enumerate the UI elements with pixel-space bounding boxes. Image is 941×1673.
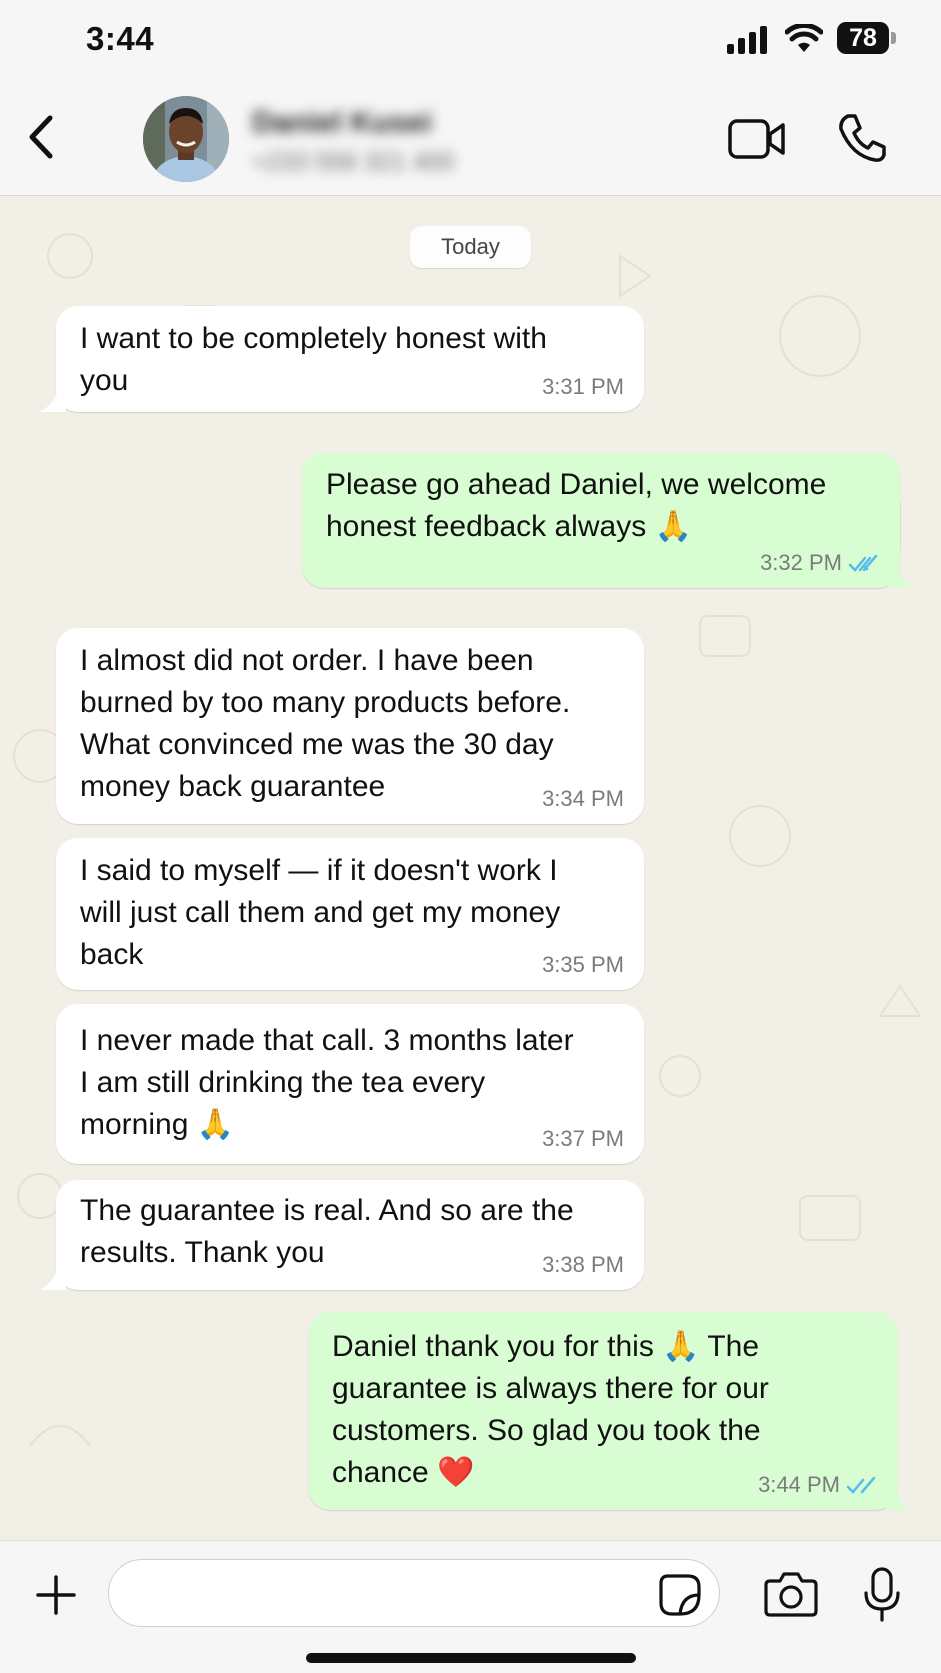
- status-bar: 3:44 78: [0, 0, 941, 82]
- message-text: I want to be completely honest with you: [80, 322, 547, 397]
- read-receipt-icon: [848, 554, 878, 572]
- message-time: 3:34 PM: [542, 786, 624, 811]
- message-time: 3:44 PM: [758, 1472, 840, 1497]
- message-incoming[interactable]: I want to be completely honest with you …: [40, 306, 644, 412]
- battery-level: 78: [849, 24, 877, 52]
- cellular-signal-icon: [727, 26, 767, 54]
- date-separator: Today: [410, 226, 531, 268]
- message-time: 3:31 PM: [542, 374, 624, 399]
- message-text: I said to myself — if it doesn't work I …: [80, 854, 561, 971]
- battery-indicator: 78: [837, 22, 897, 56]
- message-text: The guarantee is real. And so are the re…: [80, 1194, 574, 1269]
- bubble-tail: [40, 390, 66, 412]
- bubble-tail: [886, 1488, 912, 1510]
- contact-name[interactable]: Daniel Kusei: [252, 106, 432, 140]
- message-outgoing[interactable]: Please go ahead Daniel, we welcome hones…: [302, 452, 914, 588]
- home-indicator: [306, 1653, 636, 1663]
- message-incoming[interactable]: I almost did not order. I have been burn…: [56, 628, 644, 824]
- message-text: I almost did not order. I have been burn…: [80, 644, 571, 803]
- contact-phone: +233 556 321 400: [252, 148, 455, 176]
- chevron-left-icon[interactable]: [22, 112, 62, 162]
- composer-bar: [0, 1540, 941, 1673]
- message-incoming[interactable]: I said to myself — if it doesn't work I …: [56, 838, 644, 990]
- phone-icon[interactable]: [836, 112, 888, 164]
- read-receipt-icon: [846, 1476, 876, 1494]
- message-text: Daniel thank you for this 🙏 The guarante…: [332, 1330, 769, 1489]
- message-outgoing[interactable]: Daniel thank you for this 🙏 The guarante…: [308, 1312, 912, 1510]
- avatar[interactable]: [143, 96, 229, 182]
- microphone-icon[interactable]: [862, 1567, 902, 1623]
- chat-header: Daniel Kusei +233 556 321 400: [0, 82, 941, 196]
- video-camera-icon[interactable]: [728, 118, 786, 160]
- bubble-tail: [40, 1268, 66, 1290]
- message-time: 3:32 PM: [760, 550, 842, 575]
- status-time: 3:44: [86, 20, 155, 57]
- plus-icon[interactable]: [34, 1573, 78, 1617]
- message-text: Please go ahead Daniel, we welcome hones…: [326, 468, 827, 543]
- message-time: 3:35 PM: [542, 952, 624, 977]
- message-time: 3:37 PM: [542, 1126, 624, 1151]
- message-incoming[interactable]: The guarantee is real. And so are the re…: [40, 1180, 644, 1290]
- sticker-icon[interactable]: [658, 1573, 702, 1617]
- wifi-icon: [785, 24, 823, 52]
- message-time: 3:38 PM: [542, 1252, 624, 1277]
- chat-area[interactable]: Today I want to be completely honest wit…: [0, 196, 941, 1540]
- message-incoming[interactable]: I never made that call. 3 months later I…: [56, 1004, 644, 1164]
- message-input[interactable]: [108, 1559, 720, 1627]
- bubble-tail: [888, 566, 914, 588]
- camera-icon[interactable]: [764, 1571, 818, 1617]
- message-text: I never made that call. 3 months later I…: [80, 1024, 574, 1141]
- profile-photo-icon: [143, 96, 229, 182]
